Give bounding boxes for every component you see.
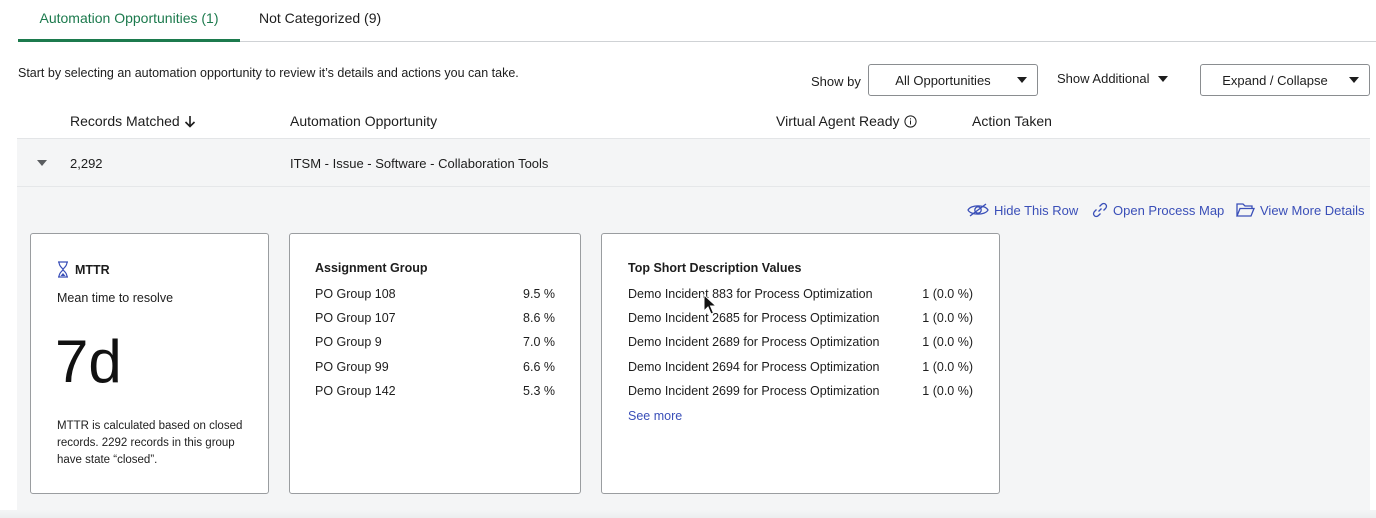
eye-slash-icon bbox=[967, 203, 989, 217]
mttr-subtitle: Mean time to resolve bbox=[57, 291, 174, 305]
list-item-name: Demo Incident 2694 for Process Optimizat… bbox=[628, 360, 880, 374]
mttr-title: MTTR bbox=[75, 262, 110, 277]
tab-automation-opportunities[interactable]: Automation Opportunities (1) bbox=[18, 0, 240, 42]
tab-not-categorized[interactable]: Not Categorized (9) bbox=[259, 0, 381, 42]
list-item-value: 7.0 % bbox=[523, 335, 555, 349]
expand-collapse-label: Expand / Collapse bbox=[1222, 72, 1328, 88]
column-header-action-taken[interactable]: Action Taken bbox=[972, 113, 1052, 129]
mttr-header: MTTR bbox=[57, 261, 110, 278]
expand-collapse-select[interactable]: Expand / Collapse bbox=[1200, 64, 1370, 96]
opportunity-group: 2,292 ITSM - Issue - Software - Collabor… bbox=[17, 138, 1370, 518]
list-item-value: 1 (0.0 %) bbox=[922, 287, 973, 301]
list-item-value: 6.6 % bbox=[523, 360, 555, 374]
intro-text: Start by selecting an automation opportu… bbox=[18, 66, 519, 80]
info-circle-icon[interactable] bbox=[903, 114, 917, 128]
top-short-description-card: Top Short Description Values Demo Incide… bbox=[601, 233, 1000, 494]
list-item-name: Demo Incident 2699 for Process Optimizat… bbox=[628, 384, 880, 398]
open-process-map-button[interactable]: Open Process Map bbox=[1092, 202, 1224, 218]
view-more-details-button[interactable]: View More Details bbox=[1236, 202, 1365, 218]
show-by-select[interactable]: All Opportunities bbox=[868, 64, 1038, 96]
list-item-value: 5.3 % bbox=[523, 384, 555, 398]
mouse-pointer-icon bbox=[703, 294, 717, 315]
see-more-link[interactable]: See more bbox=[628, 409, 682, 423]
arrow-down-icon bbox=[184, 115, 195, 128]
list-item-name: Demo Incident 883 for Process Optimizati… bbox=[628, 287, 873, 301]
list-item-value: 9.5 % bbox=[523, 287, 555, 301]
list-item-name: PO Group 9 bbox=[315, 335, 382, 349]
mttr-card: MTTR Mean time to resolve 7d MTTR is cal… bbox=[30, 233, 269, 494]
tab-bar: Automation Opportunities (1) Not Categor… bbox=[18, 0, 1376, 42]
list-item-value: 1 (0.0 %) bbox=[922, 311, 973, 325]
list-item-name: PO Group 108 bbox=[315, 287, 396, 301]
chevron-down-icon bbox=[1157, 75, 1168, 82]
show-additional-button[interactable]: Show Additional bbox=[1057, 71, 1168, 86]
mttr-value: 7d bbox=[55, 328, 122, 395]
automation-opportunity-value: ITSM - Issue - Software - Collaboration … bbox=[290, 156, 549, 171]
table-row[interactable]: 2,292 ITSM - Issue - Software - Collabor… bbox=[17, 139, 1370, 187]
assignment-group-title: Assignment Group bbox=[315, 261, 428, 275]
column-header-virtual-agent-ready[interactable]: Virtual Agent Ready bbox=[776, 113, 917, 129]
show-additional-label: Show Additional bbox=[1057, 71, 1150, 86]
hide-row-button[interactable]: Hide This Row bbox=[967, 202, 1078, 218]
chevron-down-icon bbox=[1017, 77, 1027, 83]
show-by-value: All Opportunities bbox=[895, 72, 991, 88]
list-item-name: Demo Incident 2685 for Process Optimizat… bbox=[628, 311, 880, 325]
collapse-caret-icon[interactable] bbox=[37, 160, 47, 166]
column-header-records-matched[interactable]: Records Matched bbox=[70, 113, 196, 129]
folder-open-icon bbox=[1236, 203, 1255, 217]
list-item-value: 1 (0.0 %) bbox=[922, 335, 973, 349]
list-item-name: PO Group 99 bbox=[315, 360, 389, 374]
mttr-note: MTTR is calculated based on closed recor… bbox=[57, 420, 243, 466]
column-header-automation-opportunity[interactable]: Automation Opportunity bbox=[290, 113, 437, 129]
page-bottom-edge bbox=[0, 510, 1376, 518]
hourglass-icon bbox=[58, 261, 68, 278]
list-item-name: PO Group 142 bbox=[315, 384, 396, 398]
assignment-group-card: Assignment Group PO Group 108 9.5 % PO G… bbox=[289, 233, 581, 494]
records-matched-value: 2,292 bbox=[70, 156, 103, 171]
top-short-description-title: Top Short Description Values bbox=[628, 261, 802, 275]
list-item-name: Demo Incident 2689 for Process Optimizat… bbox=[628, 335, 880, 349]
list-item-value: 8.6 % bbox=[523, 311, 555, 325]
list-item-value: 1 (0.0 %) bbox=[922, 360, 973, 374]
link-icon bbox=[1092, 202, 1108, 218]
chevron-down-icon bbox=[1349, 77, 1359, 83]
list-item-value: 1 (0.0 %) bbox=[922, 384, 973, 398]
show-by-label: Show by bbox=[811, 74, 861, 89]
list-item-name: PO Group 107 bbox=[315, 311, 396, 325]
